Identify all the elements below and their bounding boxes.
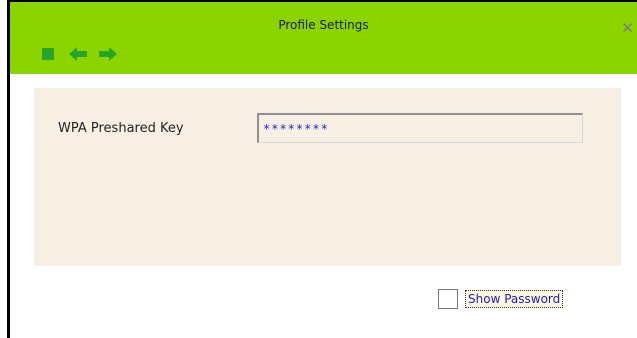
profile-settings-window: Profile Settings ✕ WPA Preshared Key ***… — [0, 0, 637, 338]
show-password-toggle[interactable]: Show Password — [438, 289, 564, 309]
title-bar: Profile Settings ✕ — [10, 2, 637, 74]
window-title: Profile Settings — [278, 18, 369, 32]
back-button[interactable] — [64, 40, 92, 68]
arrow-right-icon — [99, 47, 117, 61]
arrow-left-icon — [69, 47, 87, 61]
toolbar — [34, 40, 122, 68]
close-button[interactable]: ✕ — [618, 18, 637, 37]
wpa-key-input[interactable] — [257, 113, 583, 143]
stop-icon — [42, 48, 54, 60]
settings-panel: WPA Preshared Key — [34, 88, 621, 266]
wpa-key-label: WPA Preshared Key — [58, 121, 184, 136]
forward-button[interactable] — [94, 40, 122, 68]
show-password-checkbox[interactable] — [438, 289, 458, 309]
stop-button[interactable] — [34, 40, 62, 68]
close-icon: ✕ — [621, 18, 634, 37]
show-password-label[interactable]: Show Password — [465, 290, 564, 308]
